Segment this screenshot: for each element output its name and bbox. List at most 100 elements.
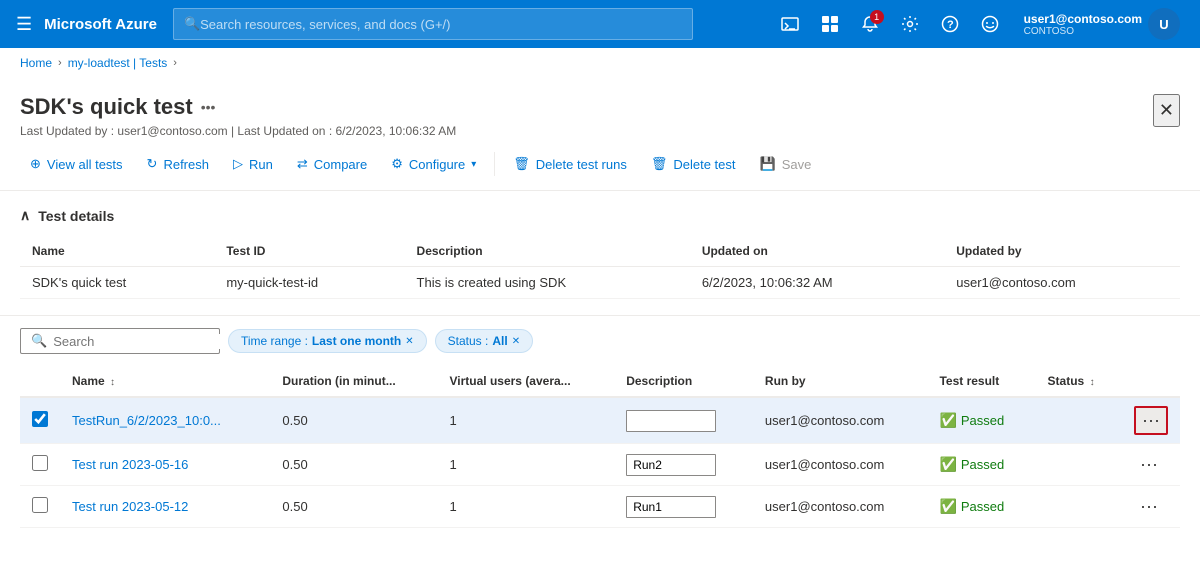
collapse-icon: ∧ — [20, 207, 30, 224]
row2-desc-input[interactable] — [626, 454, 716, 476]
user-info[interactable]: user1@contoso.com CONTOSO U — [1012, 6, 1188, 42]
refresh-icon: ↻ — [147, 156, 158, 172]
col-checkbox — [20, 366, 60, 397]
row3-more-button[interactable]: ··· — [1134, 494, 1164, 519]
row1-duration: 0.50 — [270, 397, 437, 444]
row1-status — [1036, 397, 1122, 444]
row3-checkbox-cell[interactable] — [20, 486, 60, 528]
notifications-badge: 1 — [870, 10, 884, 24]
row2-description[interactable] — [614, 444, 753, 486]
row2-more-button[interactable]: ··· — [1134, 452, 1164, 477]
app-logo: Microsoft Azure — [44, 16, 157, 33]
time-range-filter[interactable]: Time range : Last one month ✕ — [228, 329, 427, 353]
run-button[interactable]: ▷ Run — [223, 150, 283, 178]
row2-result-text: Passed — [961, 457, 1004, 472]
avatar: U — [1148, 8, 1180, 40]
status-close-icon[interactable]: ✕ — [512, 336, 520, 347]
row3-description[interactable] — [614, 486, 753, 528]
notifications-icon[interactable]: 1 — [852, 6, 888, 42]
col-test-id: Test ID — [214, 236, 404, 267]
main-content: Home › my-loadtest | Tests › SDK's quick… — [0, 48, 1200, 573]
delete-test-button[interactable]: 🗑 Delete test — [641, 150, 746, 178]
last-updated-text: Last Updated by : user1@contoso.com | La… — [20, 124, 456, 138]
row1-result-text: Passed — [961, 413, 1004, 428]
trash-icon-1: 🗑 — [513, 156, 530, 172]
passed-icon-2: ✅ — [939, 456, 956, 473]
breadcrumb-loadtest[interactable]: my-loadtest | Tests — [68, 56, 168, 70]
refresh-button[interactable]: ↻ Refresh — [137, 150, 219, 178]
col-status[interactable]: Status ↕ — [1036, 366, 1122, 397]
cloud-shell-icon[interactable] — [772, 6, 808, 42]
user-tenant: CONTOSO — [1024, 26, 1142, 37]
compare-icon: ⇄ — [297, 156, 308, 172]
passed-icon-3: ✅ — [939, 498, 956, 515]
header-more-button[interactable]: ••• — [201, 99, 216, 115]
configure-button[interactable]: ⚙ Configure ▾ — [381, 150, 486, 178]
col-updated-by: Updated by — [944, 236, 1180, 267]
table-row: TestRun_6/2/2023_10:0... 0.50 1 user1@co… — [20, 397, 1180, 444]
detail-updated-by: user1@contoso.com — [944, 267, 1180, 299]
svg-text:?: ? — [947, 19, 954, 31]
row2-name-link[interactable]: Test run 2023-05-16 — [72, 457, 188, 472]
time-range-value: Last one month — [312, 334, 401, 348]
col-description: Description — [405, 236, 690, 267]
circle-arrow-icon: ⊕ — [30, 156, 41, 172]
runs-table: Name ↕ Duration (in minut... Virtual use… — [20, 366, 1180, 528]
row1-more-button[interactable]: ··· — [1134, 406, 1168, 435]
view-all-tests-label: View all tests — [47, 157, 123, 172]
feedback-icon[interactable] — [972, 6, 1008, 42]
col-run-by: Run by — [753, 366, 928, 397]
toolbar-separator-1 — [494, 152, 495, 176]
close-button[interactable]: ✕ — [1153, 94, 1180, 127]
row1-checkbox-cell[interactable] — [20, 397, 60, 444]
time-range-close-icon[interactable]: ✕ — [405, 336, 413, 347]
settings-icon[interactable] — [892, 6, 928, 42]
test-details-section: ∧ Test details Name Test ID Description … — [0, 191, 1200, 315]
row3-checkbox[interactable] — [32, 497, 48, 513]
help-icon[interactable]: ? — [932, 6, 968, 42]
row3-name[interactable]: Test run 2023-05-12 — [60, 486, 270, 528]
status-filter[interactable]: Status : All ✕ — [435, 329, 533, 353]
row1-virtual-users: 1 — [438, 397, 615, 444]
row2-more-cell[interactable]: ··· — [1122, 444, 1180, 486]
save-button[interactable]: 💾 Save — [750, 150, 822, 178]
test-details-toggle[interactable]: ∧ Test details — [20, 207, 1180, 224]
row1-name-link[interactable]: TestRun_6/2/2023_10:0... — [72, 413, 221, 428]
portal-menu-icon[interactable] — [812, 6, 848, 42]
global-search-bar[interactable]: 🔍 — [173, 8, 693, 40]
search-icon: 🔍 — [31, 333, 47, 349]
breadcrumb-home[interactable]: Home — [20, 56, 52, 70]
row2-name[interactable]: Test run 2023-05-16 — [60, 444, 270, 486]
breadcrumb-sep-2: › — [173, 57, 177, 69]
save-icon: 💾 — [760, 156, 776, 172]
col-run-name[interactable]: Name ↕ — [60, 366, 270, 397]
row2-checkbox-cell[interactable] — [20, 444, 60, 486]
save-label: Save — [782, 157, 812, 172]
row3-more-cell[interactable]: ··· — [1122, 486, 1180, 528]
hamburger-icon[interactable]: ☰ — [12, 10, 36, 39]
row1-desc-input[interactable] — [626, 410, 716, 432]
compare-button[interactable]: ⇄ Compare — [287, 150, 377, 178]
row1-description[interactable] — [614, 397, 753, 444]
search-input[interactable] — [53, 334, 229, 349]
configure-chevron-icon: ▾ — [471, 159, 476, 170]
row3-desc-input[interactable] — [626, 496, 716, 518]
refresh-label: Refresh — [163, 157, 209, 172]
row1-checkbox[interactable] — [32, 411, 48, 427]
test-details-table: Name Test ID Description Updated on Upda… — [20, 236, 1180, 299]
detail-name: SDK's quick test — [20, 267, 214, 299]
row3-name-link[interactable]: Test run 2023-05-12 — [72, 499, 188, 514]
row3-virtual-users: 1 — [438, 486, 615, 528]
row2-run-by: user1@contoso.com — [753, 444, 928, 486]
row2-checkbox[interactable] — [32, 455, 48, 471]
table-row: Test run 2023-05-16 0.50 1 user1@contoso… — [20, 444, 1180, 486]
row1-name[interactable]: TestRun_6/2/2023_10:0... — [60, 397, 270, 444]
filter-bar: 🔍 Time range : Last one month ✕ Status :… — [0, 316, 1200, 366]
global-search-input[interactable] — [200, 17, 682, 32]
row1-more-cell[interactable]: ··· — [1122, 397, 1180, 444]
delete-test-runs-button[interactable]: 🗑 Delete test runs — [503, 150, 637, 178]
col-actions — [1122, 366, 1180, 397]
col-duration: Duration (in minut... — [270, 366, 437, 397]
breadcrumb-sep-1: › — [58, 57, 62, 69]
view-all-tests-button[interactable]: ⊕ View all tests — [20, 150, 133, 178]
